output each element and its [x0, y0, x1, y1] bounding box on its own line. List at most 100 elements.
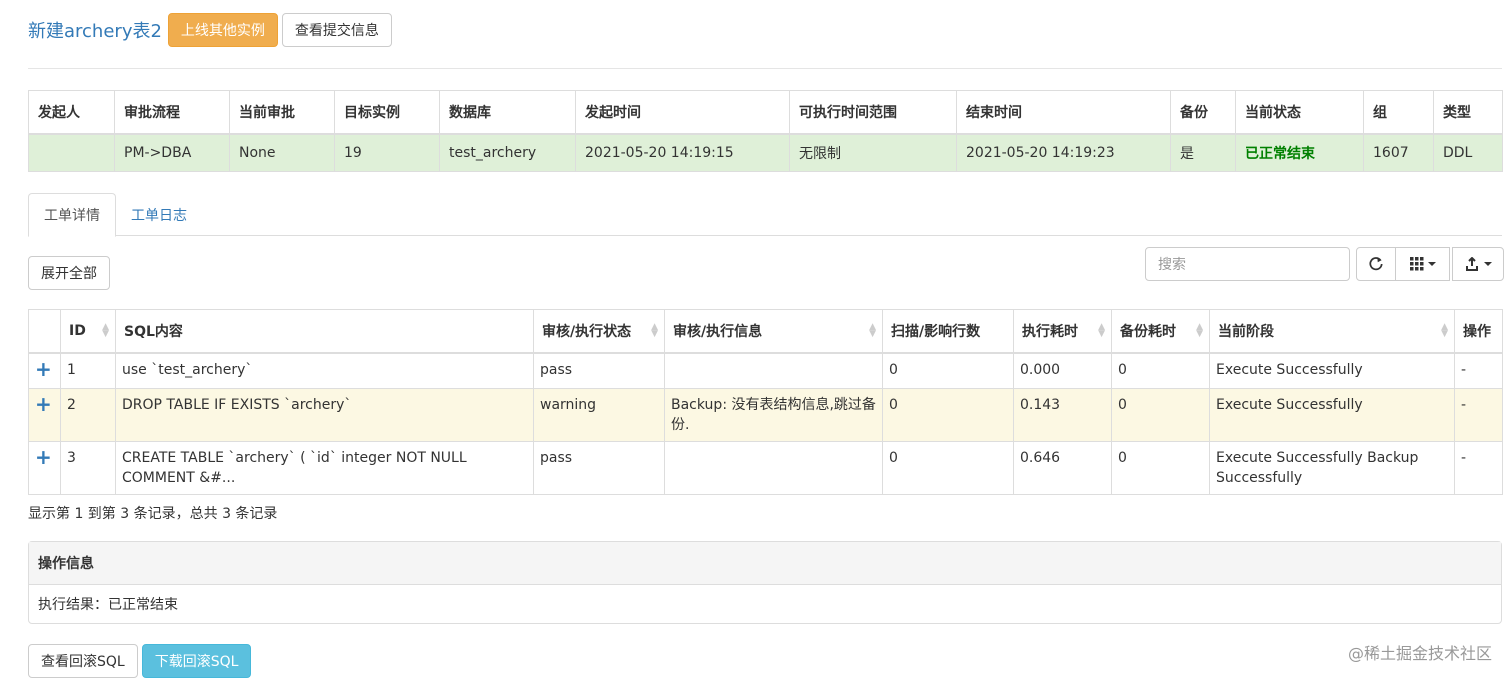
column-header-affected-rows: 扫描/影响行数 — [882, 309, 1014, 354]
sort-icon: ▲ ▼ — [1441, 321, 1448, 339]
info-cell-status: 已正常结束 — [1235, 133, 1364, 172]
refresh-icon — [1369, 257, 1383, 271]
cell-action: - — [1454, 387, 1503, 442]
download-rollback-sql-button[interactable]: 下载回滚SQL — [141, 644, 252, 678]
view-submit-info-button[interactable]: 查看提交信息 — [281, 13, 392, 47]
info-cell-current-audit: None — [229, 133, 335, 172]
panel-title: 操作信息 — [29, 542, 1501, 585]
info-cell-submitter — [28, 133, 115, 172]
info-header: 结束时间 — [956, 90, 1171, 135]
cell-affected-rows: 0 — [882, 387, 1014, 442]
sort-icon: ▲ ▼ — [651, 321, 658, 339]
cell-info — [664, 352, 883, 389]
plus-icon[interactable]: + — [35, 445, 52, 469]
cell-affected-rows: 0 — [882, 440, 1014, 495]
cell-backup-time: 0 — [1111, 440, 1210, 495]
cell-backup-time: 0 — [1111, 352, 1210, 389]
info-row: PM->DBA None 19 test_archery 2021-05-20 … — [28, 133, 1503, 172]
workflow-info-table: 发起人 审批流程 当前审批 目标实例 数据库 发起时间 可执行时间范围 结束时间… — [28, 90, 1503, 172]
column-header-stage[interactable]: 当前阶段 ▲ ▼ — [1209, 309, 1455, 354]
columns-icon — [1409, 257, 1423, 271]
expand-row-button[interactable]: + — [28, 352, 61, 389]
cell-sql: CREATE TABLE `archery` ( `id` integer NO… — [115, 440, 534, 495]
sort-icon: ▲ ▼ — [1098, 321, 1105, 339]
table-row: + 1 use `test_archery` pass 0 0.000 0 Ex… — [28, 352, 1503, 389]
info-header: 数据库 — [439, 90, 576, 135]
info-header: 发起人 — [28, 90, 115, 135]
column-header-backup-time[interactable]: 备份耗时 ▲ ▼ — [1111, 309, 1210, 354]
page-title: 新建archery表2 — [28, 21, 162, 42]
chevron-down-icon — [1427, 262, 1436, 266]
sql-review-table: ID ▲ ▼ SQL内容 审核/执行状态 ▲ ▼ 审核/执行信息 ▲ ▼ 扫描/影响行数 执… — [28, 309, 1503, 495]
column-header-id[interactable]: ID ▲ ▼ — [60, 309, 116, 354]
refresh-button[interactable] — [1356, 247, 1396, 281]
cell-id: 3 — [60, 440, 116, 495]
cell-status: warning — [533, 387, 665, 442]
table-toolbar — [1356, 247, 1504, 281]
cell-sql: use `test_archery` — [115, 352, 534, 389]
cell-status: pass — [533, 352, 665, 389]
info-header: 目标实例 — [334, 90, 440, 135]
column-header-exec-time[interactable]: 执行耗时 ▲ ▼ — [1013, 309, 1112, 354]
cell-exec-time: 0.143 — [1013, 387, 1112, 442]
expand-row-button[interactable]: + — [28, 387, 61, 442]
info-cell-group: 1607 — [1363, 133, 1434, 172]
cell-info: Backup: 没有表结构信息,跳过备份. — [664, 387, 883, 442]
expand-all-button[interactable]: 展开全部 — [28, 256, 110, 290]
panel-body: 执行结果：已正常结束 — [38, 597, 178, 613]
sort-icon: ▲ ▼ — [102, 321, 109, 339]
watermark: @稀土掘金技术社区 — [1347, 644, 1492, 663]
bottom-actions: 查看回滚SQL 下载回滚SQL — [28, 644, 255, 678]
info-header: 当前状态 — [1235, 90, 1364, 135]
cell-exec-time: 0.646 — [1013, 440, 1112, 495]
info-header: 可执行时间范围 — [789, 90, 957, 135]
info-header: 类型 — [1433, 90, 1503, 135]
cell-exec-time: 0.000 — [1013, 352, 1112, 389]
column-header-status[interactable]: 审核/执行状态 ▲ ▼ — [533, 309, 665, 354]
tab-bar: 工单详情 工单日志 — [28, 193, 1502, 237]
online-other-instance-button[interactable]: 上线其他实例 — [167, 13, 278, 47]
chevron-down-icon — [1484, 262, 1492, 266]
info-cell-run-window: 无限制 — [789, 133, 957, 172]
header: 新建archery表2 上线其他实例 查看提交信息 — [28, 12, 396, 48]
cell-action: - — [1454, 440, 1503, 495]
info-header: 审批流程 — [114, 90, 230, 135]
info-header: 当前审批 — [229, 90, 335, 135]
sort-icon: ▲ ▼ — [869, 321, 876, 339]
cell-sql: DROP TABLE IF EXISTS `archery` — [115, 387, 534, 442]
export-icon — [1466, 257, 1478, 271]
tab-order-detail[interactable]: 工单详情 — [28, 193, 116, 237]
header-divider — [28, 68, 1502, 69]
tab-order-log[interactable]: 工单日志 — [116, 193, 202, 236]
operation-info-panel: 操作信息 执行结果：已正常结束 — [28, 541, 1502, 624]
pagination-info: 显示第 1 到第 3 条记录，总共 3 条记录 — [28, 506, 278, 522]
cell-stage: Execute Successfully — [1209, 352, 1455, 389]
info-cell-finish-time: 2021-05-20 14:19:23 — [956, 133, 1171, 172]
table-row: + 2 DROP TABLE IF EXISTS `archery` warni… — [28, 387, 1503, 442]
sort-icon: ▲ ▼ — [1196, 321, 1203, 339]
detail-header — [28, 309, 61, 354]
cell-backup-time: 0 — [1111, 387, 1210, 442]
cell-stage: Execute Successfully Backup Successfully — [1209, 440, 1455, 495]
expand-row-button[interactable]: + — [28, 440, 61, 495]
info-cell-backup: 是 — [1170, 133, 1236, 172]
info-cell-instance: 19 — [334, 133, 440, 172]
column-header-info[interactable]: 审核/执行信息 ▲ ▼ — [664, 309, 883, 354]
plus-icon[interactable]: + — [35, 392, 52, 416]
info-header-row: 发起人 审批流程 当前审批 目标实例 数据库 发起时间 可执行时间范围 结束时间… — [28, 90, 1503, 135]
sql-header-row: ID ▲ ▼ SQL内容 审核/执行状态 ▲ ▼ 审核/执行信息 ▲ ▼ 扫描/影响行数 执… — [28, 309, 1503, 354]
view-rollback-sql-button[interactable]: 查看回滚SQL — [28, 644, 138, 678]
columns-button[interactable] — [1396, 247, 1450, 281]
cell-id: 2 — [60, 387, 116, 442]
info-cell-database: test_archery — [439, 133, 576, 172]
export-button[interactable] — [1452, 247, 1504, 281]
plus-icon[interactable]: + — [35, 357, 52, 381]
info-header: 组 — [1363, 90, 1434, 135]
search-input[interactable]: 搜索 — [1145, 247, 1350, 281]
info-header: 发起时间 — [575, 90, 790, 135]
info-cell-type: DDL — [1433, 133, 1503, 172]
cell-stage: Execute Successfully — [1209, 387, 1455, 442]
cell-affected-rows: 0 — [882, 352, 1014, 389]
table-row: + 3 CREATE TABLE `archery` ( `id` intege… — [28, 440, 1503, 495]
column-header-sql: SQL内容 — [115, 309, 534, 354]
